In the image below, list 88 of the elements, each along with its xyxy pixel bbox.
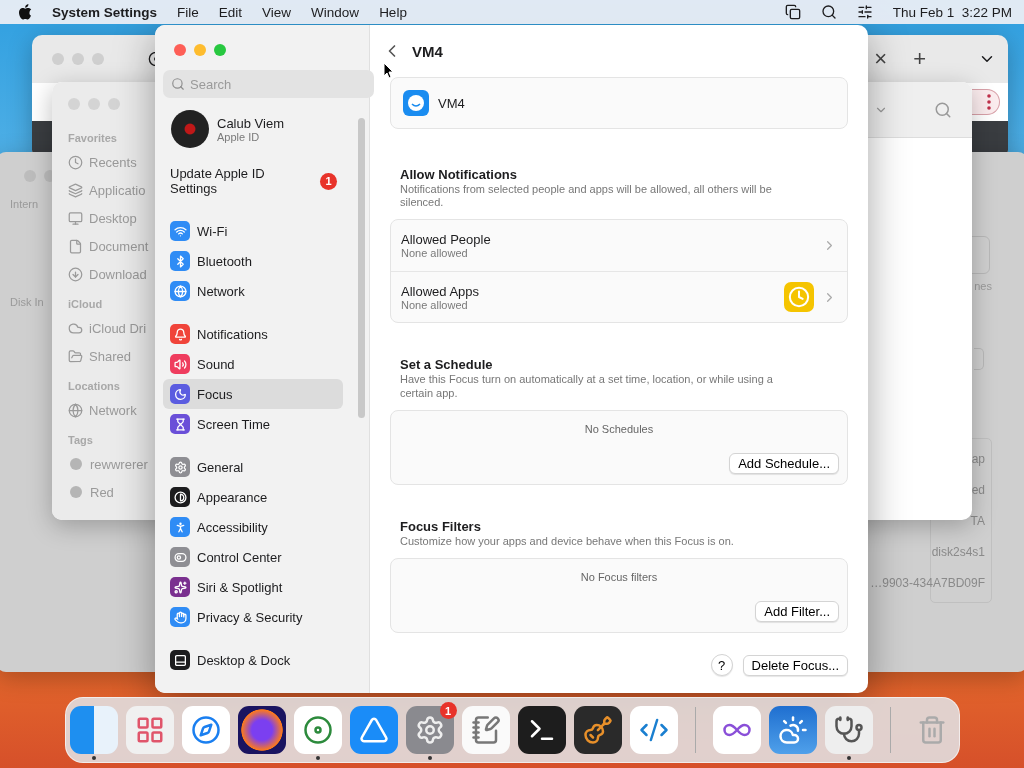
guitar-icon[interactable] (573, 706, 622, 754)
cloud-sun-icon[interactable] (768, 706, 817, 754)
compass-icon[interactable] (181, 706, 230, 754)
menu-item[interactable]: View (262, 4, 292, 20)
terminal-icon[interactable] (517, 706, 566, 754)
app-menu[interactable]: System Settings (52, 4, 158, 20)
notification-badge: 1 (320, 172, 337, 190)
app-grid-icon[interactable] (125, 706, 174, 754)
close-tab-button[interactable]: × (874, 46, 888, 72)
clock[interactable]: Thu Feb 1 3:22 PM (892, 4, 1012, 20)
apple-icon[interactable] (18, 4, 32, 20)
more-icon (987, 94, 991, 110)
section-title: Focus Filters (400, 518, 482, 534)
section-description: Have this Focus turn on automatically at a set time, location, or while using a certain app. (400, 373, 774, 400)
page-title: VM4 (412, 42, 443, 60)
menu-item[interactable]: File (177, 4, 199, 20)
sidebar-item[interactable]: Desktop & Dock (163, 645, 343, 675)
sidebar-item[interactable]: Sound (163, 349, 343, 379)
control-center-icon[interactable] (856, 4, 873, 20)
add-button[interactable]: Add Schedule... (729, 452, 839, 474)
code-icon[interactable] (629, 706, 678, 754)
account-name[interactable]: Calub Viem (217, 115, 284, 131)
section-title: Set a Schedule (400, 357, 494, 373)
sidebar-item[interactable]: Notifications (163, 319, 343, 349)
sidebar-item[interactable]: Accessibility (163, 512, 343, 542)
sidebar-item[interactable]: Network (163, 276, 343, 306)
update-link[interactable]: Update Apple ID Settings (170, 166, 290, 196)
menu-pill[interactable] (972, 89, 1000, 115)
sidebar-item[interactable]: Screen Time (163, 409, 343, 439)
sidebar-item[interactable]: Privacy & Security (163, 602, 343, 632)
help-button[interactable]: ? (710, 654, 733, 676)
clock-icon (68, 154, 83, 170)
notepad-icon[interactable] (461, 706, 510, 754)
globe-icon (68, 402, 83, 418)
sidebar-item[interactable]: Siri & Spotlight (163, 572, 343, 602)
monitor-icon (68, 210, 83, 226)
text-field[interactable] (974, 348, 984, 370)
window-control-button[interactable] (174, 44, 186, 56)
sidebar-item[interactable]: Wi-Fi (163, 216, 343, 246)
sidebar-item[interactable]: Bluetooth (163, 246, 343, 276)
new-tab-button[interactable]: + (913, 46, 926, 72)
gear-icon[interactable] (405, 706, 454, 754)
delete-button[interactable]: Delete Focus... (742, 654, 848, 676)
table-cell-text: TA (970, 512, 985, 530)
menu-item[interactable]: Window (311, 4, 360, 20)
sidebar-item[interactable]: Control Center (163, 542, 343, 572)
window-control-button[interactable] (214, 44, 226, 56)
account-subtitle: Apple ID (217, 130, 261, 143)
document-icon (68, 238, 83, 254)
sidebar-item[interactable]: Focus (163, 379, 343, 409)
add-button[interactable]: Add Filter... (755, 600, 839, 622)
table-cell-text: ed (971, 481, 985, 499)
folder-icon (68, 348, 83, 364)
download-icon (68, 266, 83, 282)
focus-name: VM4 (438, 95, 465, 111)
cursor-icon (383, 62, 394, 79)
avatar[interactable] (171, 110, 209, 148)
menu-item[interactable]: Edit (218, 4, 243, 20)
sidebar-item[interactable]: Appearance (163, 482, 343, 512)
list-row[interactable]: Allowed Apps None allowed (391, 271, 847, 323)
menu-item[interactable]: Help (379, 4, 407, 20)
section-description: Notifications from selected people and apps will be allowed, all others will be silenced. (400, 183, 773, 210)
search-field[interactable]: Search (163, 70, 374, 98)
sidebar-heading: Tags (68, 434, 93, 446)
section-title: Allow Notifications (400, 167, 518, 182)
sidebar-item[interactable]: General (163, 452, 343, 482)
windows-icon[interactable] (784, 4, 801, 20)
search-icon[interactable] (820, 4, 837, 20)
scrollbar[interactable] (358, 118, 365, 418)
infinity-icon[interactable] (712, 706, 761, 754)
empty-text: No Schedules (584, 422, 654, 435)
tag-dot (70, 486, 82, 498)
empty-text: No Focus filters (580, 570, 658, 583)
table-cell-text: 9903-434A7BD09F… (870, 574, 985, 592)
section-description: Customize how your apps and device behave when this Focus is on. (400, 534, 735, 548)
sidebar-heading: Locations (68, 380, 120, 392)
sidebar-heading: iCloud (68, 298, 103, 310)
apps-icon (68, 182, 83, 198)
sidebar-heading: Favorites (68, 132, 117, 144)
tag-dot (70, 458, 82, 470)
stethoscope-icon[interactable] (824, 706, 873, 754)
smile-icon (403, 90, 429, 116)
cloud-icon (68, 320, 83, 336)
search-icon (171, 77, 185, 91)
split-square-icon[interactable] (69, 706, 118, 754)
table-cell-text: ap (971, 450, 985, 468)
list-row[interactable]: Allowed People None allowed (391, 220, 847, 272)
table-cell-text: disk2s4s1 (931, 543, 985, 561)
